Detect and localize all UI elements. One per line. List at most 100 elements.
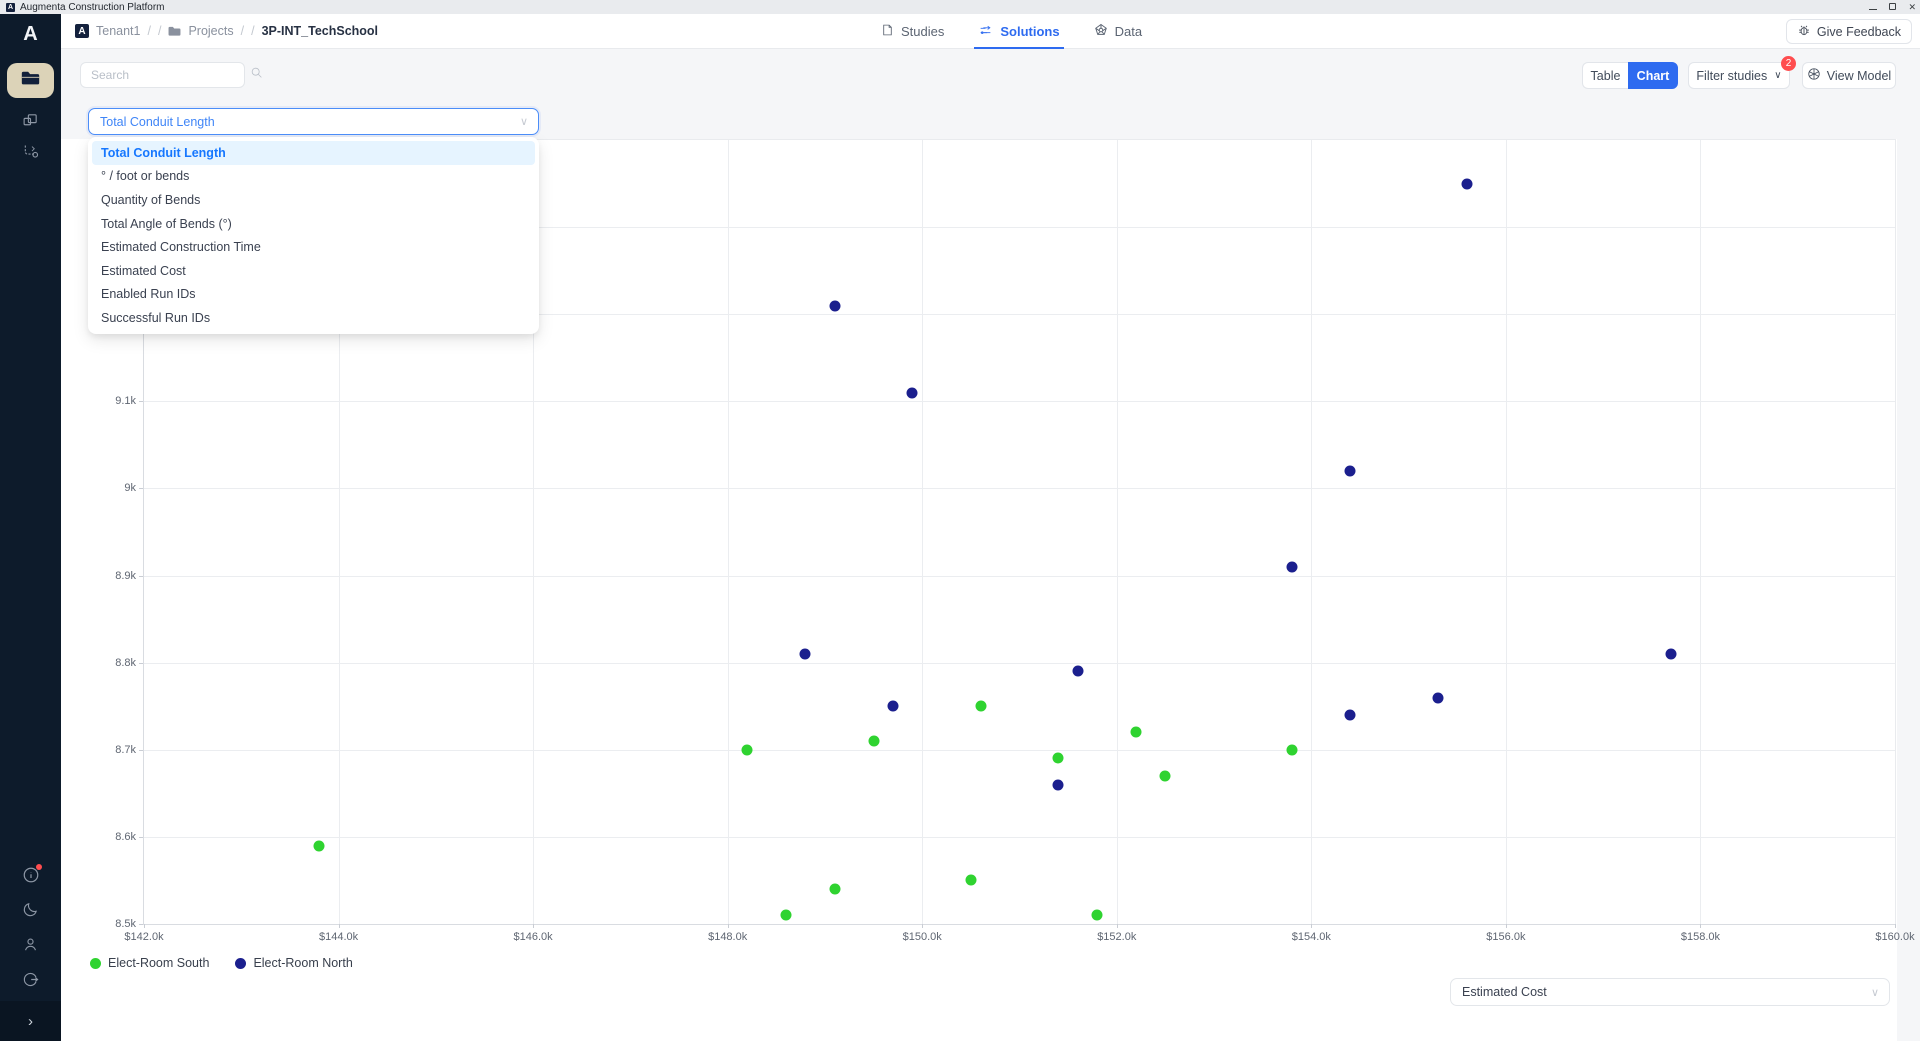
sidebar-expand-button[interactable]: › [0, 1001, 61, 1041]
notification-dot [36, 864, 42, 870]
folder-icon [21, 71, 40, 91]
data-point-elect-room-north[interactable] [1345, 466, 1356, 477]
chevron-down-icon: ∨ [1774, 70, 1781, 81]
data-point-elect-room-north[interactable] [1286, 561, 1297, 572]
data-point-elect-room-north[interactable] [1432, 692, 1443, 703]
sidebar-item-modules[interactable] [0, 112, 61, 134]
table-view-label: Table [1591, 69, 1621, 83]
tab-solutions[interactable]: Solutions [978, 14, 1059, 49]
menu-item[interactable]: Enabled Run IDs [92, 283, 535, 307]
header: ATenant1//Projects//3P-INT_TechSchool St… [61, 14, 1920, 49]
y-tick-label: 9k [124, 482, 136, 494]
sidebar-item-notifications[interactable] [0, 866, 61, 889]
x-tick [144, 924, 145, 928]
x-tick-label: $160.0k [1875, 931, 1914, 943]
tab-label: Solutions [1000, 24, 1059, 39]
window-title: Augmenta Construction Platform [20, 2, 165, 13]
data-point-elect-room-north[interactable] [888, 701, 899, 712]
y-tick-label: 9.1k [115, 395, 136, 407]
data-point-elect-room-south[interactable] [1092, 910, 1103, 921]
legend-dot [235, 958, 246, 969]
breadcrumb-separator: / [241, 24, 244, 38]
window-maximize-button[interactable] [1889, 0, 1896, 14]
data-point-elect-room-north[interactable] [1345, 709, 1356, 720]
x-axis-metric-select[interactable]: Estimated Cost ∨ [1450, 978, 1890, 1006]
gridline-vertical [1311, 140, 1312, 924]
tab-studies[interactable]: Studies [881, 14, 944, 49]
breadcrumb-item[interactable]: Tenant1 [96, 24, 140, 38]
metric-select[interactable]: Total Conduit Length ∨ [88, 108, 539, 135]
breadcrumb-item: 3P-INT_TechSchool [262, 24, 378, 38]
sidebar-item-logout[interactable] [0, 971, 61, 993]
x-tick [728, 924, 729, 928]
workflow-icon [22, 142, 40, 164]
x-tick [339, 924, 340, 928]
chevron-right-icon: › [28, 1013, 33, 1030]
data-point-elect-room-north[interactable] [1461, 178, 1472, 189]
x-tick-label: $148.0k [708, 931, 747, 943]
modules-icon [22, 112, 39, 134]
sidebar-item-projects[interactable] [7, 63, 54, 98]
data-point-elect-room-north[interactable] [1666, 648, 1677, 659]
x-tick-label: $158.0k [1681, 931, 1720, 943]
table-view-button[interactable]: Table [1582, 62, 1628, 89]
window-close-button[interactable]: ✕ [1908, 0, 1916, 14]
legend-item[interactable]: Elect-Room North [235, 956, 352, 970]
data-point-elect-room-south[interactable] [965, 875, 976, 886]
sidebar-item-profile[interactable] [0, 936, 61, 958]
search-input[interactable] [81, 68, 250, 82]
filter-studies-button[interactable]: Filter studies ∨ 2 [1688, 62, 1790, 89]
x-tick-label: $154.0k [1292, 931, 1331, 943]
data-point-elect-room-south[interactable] [829, 884, 840, 895]
window-minimize-button[interactable] [1869, 0, 1877, 14]
data-point-elect-room-north[interactable] [1072, 666, 1083, 677]
data-point-elect-room-north[interactable] [907, 387, 918, 398]
sidebar-item-workflow[interactable] [0, 142, 61, 164]
gridline-vertical [1506, 140, 1507, 924]
y-tick-label: 8.6k [115, 831, 136, 843]
sidebar-item-dark-mode[interactable] [0, 901, 61, 923]
tab-data[interactable]: Data [1094, 14, 1142, 49]
data-point-elect-room-south[interactable] [975, 701, 986, 712]
menu-item[interactable]: Estimated Construction Time [92, 235, 535, 259]
data-point-elect-room-south[interactable] [1160, 770, 1171, 781]
chart-view-button[interactable]: Chart [1628, 62, 1678, 89]
menu-item[interactable]: Estimated Cost [92, 259, 535, 283]
nav-tabs: Studies Solutions Data [881, 14, 1142, 49]
data-point-elect-room-south[interactable] [868, 736, 879, 747]
x-tick [1117, 924, 1118, 928]
x-axis-metric-value: Estimated Cost [1451, 985, 1871, 999]
y-tick [139, 837, 143, 838]
data-point-elect-room-south[interactable] [1131, 727, 1142, 738]
menu-item[interactable]: Quantity of Bends [92, 188, 535, 212]
window-titlebar: A Augmenta Construction Platform ✕ [0, 0, 1920, 14]
data-point-elect-room-north[interactable] [829, 300, 840, 311]
notifications-icon [22, 866, 40, 889]
data-point-elect-room-south[interactable] [781, 910, 792, 921]
breadcrumb-separator: / [158, 24, 161, 38]
y-tick [139, 924, 143, 925]
data-point-elect-room-south[interactable] [314, 840, 325, 851]
metric-dropdown-menu: Total Conduit Length° / foot or bendsQua… [88, 137, 539, 334]
data-point-elect-room-south[interactable] [1053, 753, 1064, 764]
menu-item[interactable]: Total Angle of Bends (°) [92, 212, 535, 236]
data-point-elect-room-south[interactable] [1286, 744, 1297, 755]
y-tick [139, 401, 143, 402]
data-point-elect-room-north[interactable] [1053, 779, 1064, 790]
menu-item[interactable]: ° / foot or bends [92, 165, 535, 189]
data-point-elect-room-south[interactable] [742, 744, 753, 755]
gridline-horizontal [144, 663, 1895, 664]
x-tick [533, 924, 534, 928]
gridline-vertical [1117, 140, 1118, 924]
data-point-elect-room-north[interactable] [800, 648, 811, 659]
breadcrumb-separator: / [251, 24, 254, 38]
menu-item[interactable]: Successful Run IDs [92, 306, 535, 330]
legend-dot [90, 958, 101, 969]
view-model-button[interactable]: View Model [1802, 62, 1896, 89]
give-feedback-button[interactable]: Give Feedback [1786, 19, 1912, 44]
x-tick [1700, 924, 1701, 928]
menu-item[interactable]: Total Conduit Length [92, 141, 535, 165]
breadcrumb-item[interactable]: Projects [188, 24, 233, 38]
filter-count-badge: 2 [1781, 56, 1796, 71]
legend-item[interactable]: Elect-Room South [90, 956, 209, 970]
